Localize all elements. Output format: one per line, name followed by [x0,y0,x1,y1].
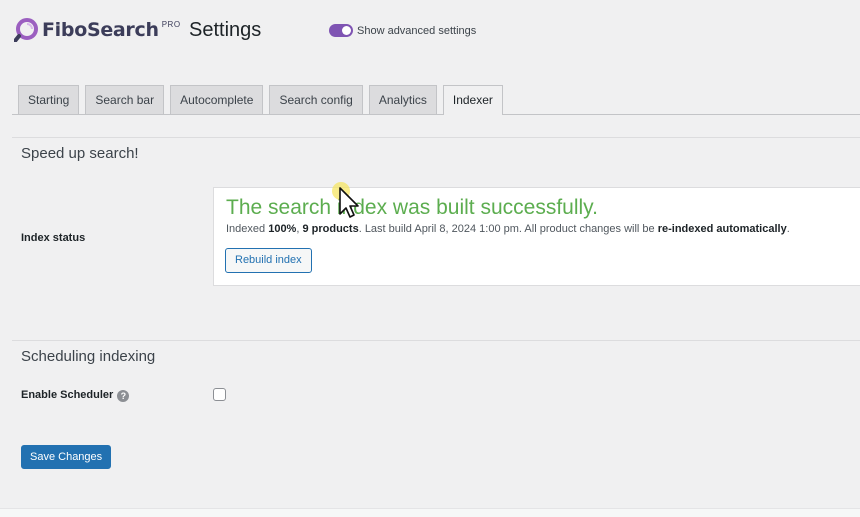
bottom-strip [0,508,860,517]
detail-middle: . Last build April 8, 2024 1:00 pm. All … [358,223,658,235]
detail-prefix: Indexed [226,223,269,235]
index-status-box: The search index was built successfully.… [213,187,860,286]
indexed-percent: 100% [268,223,297,235]
logo-text: FiboSearch [42,19,159,41]
advanced-settings-label[interactable]: Show advanced settings [357,25,476,37]
speed-section-title: Speed up search! [21,145,139,162]
reindexed-text: re-indexed automatically [657,223,787,235]
tab-indexer[interactable]: Indexer [442,85,503,115]
tabs-divider [12,114,860,115]
page-header: FiboSearch PRO Settings Show advanced se… [14,14,854,46]
product-count: 9 products [302,223,359,235]
toggle-knob [342,26,351,35]
tab-autocomplete[interactable]: Autocomplete [170,85,264,115]
section-divider [12,340,860,341]
scheduling-section-title: Scheduling indexing [21,348,156,365]
fibosearch-logo: FiboSearch PRO [14,16,181,44]
status-detail: Indexed 100%, 9 products. Last build Apr… [226,223,790,235]
enable-scheduler-checkbox[interactable] [213,388,226,401]
pro-badge: PRO [161,20,181,29]
rebuild-index-button[interactable]: Rebuild index [225,248,312,273]
help-question-icon[interactable]: ? [117,390,130,402]
tab-search-bar[interactable]: Search bar [85,85,165,115]
tab-starting[interactable]: Starting [18,85,80,115]
detail-end: . [786,223,790,235]
section-divider [12,137,860,138]
status-headline: The search index was built successfully. [226,196,598,219]
enable-scheduler-label: Enable Scheduler [21,389,114,401]
enable-scheduler-row: Enable Scheduler? [21,389,130,402]
index-status-label: Index status [21,232,86,244]
tab-search-config[interactable]: Search config [269,85,363,115]
settings-tabs: Starting Search bar Autocomplete Search … [18,85,509,115]
tab-analytics[interactable]: Analytics [368,85,437,115]
fibosearch-logo-icon [14,18,38,42]
advanced-settings-toggle-wrap[interactable]: Show advanced settings [329,24,476,37]
save-changes-button[interactable]: Save Changes [21,445,112,469]
advanced-settings-toggle[interactable] [329,24,353,37]
page-title: Settings [189,19,262,41]
